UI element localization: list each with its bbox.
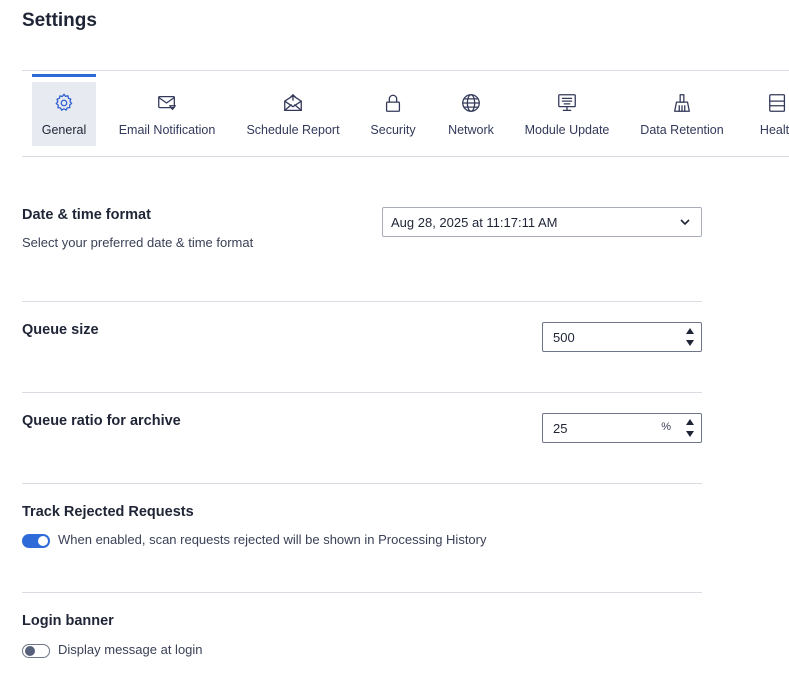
toggle-knob <box>38 536 48 546</box>
health-icon <box>766 91 789 115</box>
lock-icon <box>381 91 405 115</box>
queue-size-value: 500 <box>553 329 575 345</box>
schedule-report-icon <box>281 91 305 115</box>
settings-tabs: General Email Notification Schedule Repo… <box>0 82 789 158</box>
tab-data-retention[interactable]: Data Retention <box>634 82 730 146</box>
login-banner-toggle-label: Display message at login <box>58 642 203 657</box>
settings-page: Settings General Email Notification Sche… <box>0 0 789 692</box>
login-banner-title: Login banner <box>22 613 114 629</box>
tab-label: Module Update <box>524 123 610 137</box>
tab-label: Email Notification <box>118 123 216 137</box>
queue-ratio-value: 25 <box>553 420 568 436</box>
tab-label: Data Retention <box>640 123 724 137</box>
toggle-knob <box>25 646 35 656</box>
queue-ratio-input[interactable]: 25 % <box>542 413 702 443</box>
datetime-format-description: Select your preferred date & time format <box>22 235 254 250</box>
tab-general[interactable]: General <box>32 82 96 146</box>
section-divider <box>22 392 702 393</box>
increment-button[interactable] <box>683 326 697 336</box>
section-divider <box>22 483 702 484</box>
email-notification-icon <box>155 91 179 115</box>
track-rejected-title: Track Rejected Requests <box>22 504 194 520</box>
tab-label: Security <box>370 123 416 137</box>
tabs-divider <box>22 156 789 157</box>
datetime-format-select[interactable]: Aug 28, 2025 at 11:17:11 AM <box>382 207 702 237</box>
queue-ratio-spinner <box>683 417 697 439</box>
gear-icon <box>52 91 76 115</box>
tab-label: Schedule Report <box>246 123 340 137</box>
tab-security[interactable]: Security <box>363 82 423 146</box>
decrement-button[interactable] <box>683 429 697 439</box>
datetime-format-selected-value: Aug 28, 2025 at 11:17:11 AM <box>391 214 558 230</box>
page-title: Settings <box>22 10 97 31</box>
datetime-format-title: Date & time format <box>22 207 151 223</box>
login-banner-toggle[interactable] <box>22 644 50 658</box>
tab-module-update[interactable]: Module Update <box>519 82 615 146</box>
tab-email-notification[interactable]: Email Notification <box>112 82 222 146</box>
section-divider <box>22 301 702 302</box>
tab-label: General <box>41 123 87 137</box>
tab-schedule-report[interactable]: Schedule Report <box>240 82 346 146</box>
module-update-icon <box>555 91 579 115</box>
top-divider <box>22 70 789 71</box>
queue-size-input[interactable]: 500 <box>542 322 702 352</box>
decrement-button[interactable] <box>683 338 697 348</box>
queue-ratio-title: Queue ratio for archive <box>22 413 181 429</box>
percent-unit: % <box>661 421 671 433</box>
tab-network[interactable]: Network <box>442 82 500 146</box>
globe-icon <box>459 91 483 115</box>
active-tab-indicator <box>32 74 96 77</box>
queue-size-title: Queue size <box>22 322 99 338</box>
tab-label: Network <box>448 123 494 137</box>
track-rejected-toggle[interactable] <box>22 534 50 548</box>
section-divider <box>22 592 702 593</box>
chevron-down-icon <box>679 216 691 228</box>
tab-health[interactable]: Health <box>748 82 789 146</box>
queue-size-spinner <box>683 326 697 348</box>
increment-button[interactable] <box>683 417 697 427</box>
tab-label: Health <box>759 123 789 137</box>
track-rejected-toggle-label: When enabled, scan requests rejected wil… <box>58 532 487 547</box>
broom-icon <box>670 91 694 115</box>
